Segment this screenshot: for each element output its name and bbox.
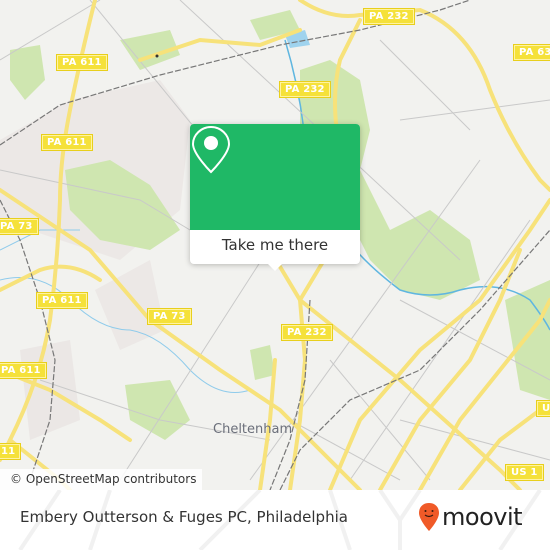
road-shield-pa73: PA 73: [0, 218, 39, 235]
road-shield-us1: US 1: [536, 400, 550, 417]
map-pin-icon: [191, 125, 231, 174]
moovit-wordmark: moovit: [442, 503, 523, 531]
road-shield-pa611: 11: [0, 443, 22, 460]
map[interactable]: PA 232 PA 63 PA 611 PA 232 PA 611 PA 73 …: [0, 0, 550, 490]
moovit-logo[interactable]: moovit: [418, 502, 523, 532]
road-shield-pa232: PA 232: [281, 324, 333, 341]
road-shield-us1: US 1: [505, 464, 544, 481]
road-shield-pa611: PA 611: [41, 134, 93, 151]
location-popup: Take me there: [190, 124, 360, 271]
take-me-there-button[interactable]: Take me there: [190, 230, 360, 264]
road-shield-pa63: PA 63: [513, 44, 550, 61]
popup-tail: [267, 263, 283, 271]
moovit-pin-icon: [419, 503, 439, 531]
road-shield-pa611: PA 611: [56, 54, 108, 71]
footer: Embery Outterson & Fuges PC, Philadelphi…: [0, 490, 550, 550]
place-title: Embery Outterson & Fuges PC, Philadelphi…: [20, 508, 348, 526]
popup-header: [190, 124, 360, 230]
road-shield-pa232: PA 232: [363, 8, 415, 25]
road-shield-pa611: PA 611: [36, 292, 88, 309]
road-shield-pa232: PA 232: [279, 81, 331, 98]
road-shield-pa611: PA 611: [0, 362, 47, 379]
place-label-cheltenham: Cheltenham: [213, 422, 293, 437]
map-attribution[interactable]: © OpenStreetMap contributors: [0, 469, 203, 490]
road-shield-pa73: PA 73: [147, 308, 192, 325]
